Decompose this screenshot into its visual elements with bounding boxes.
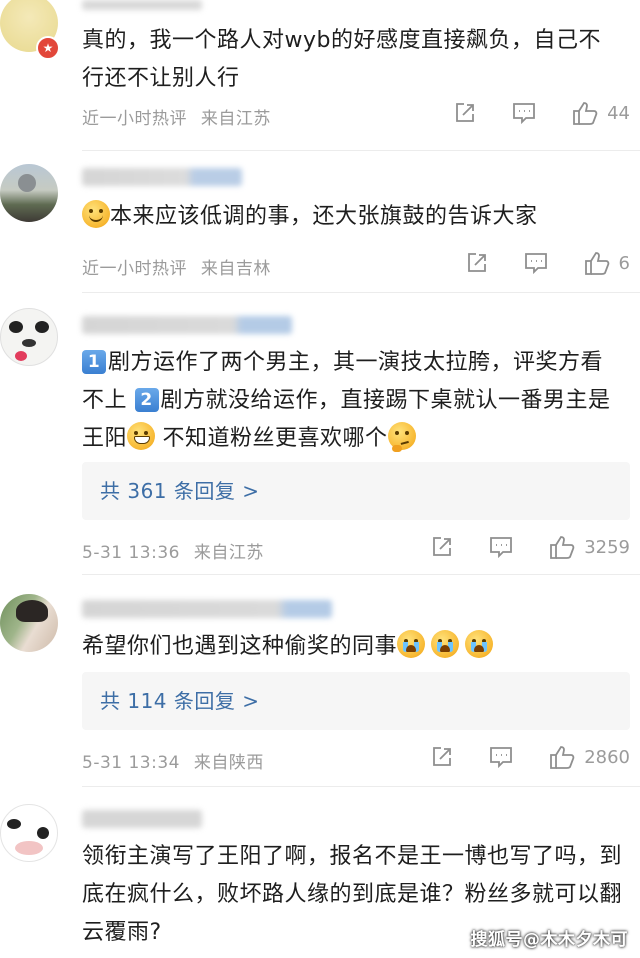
comment-time: 近一小时热评 — [82, 109, 187, 129]
like-count: 6 — [618, 252, 630, 274]
avatar[interactable] — [0, 804, 58, 862]
avatar[interactable] — [0, 594, 58, 652]
comment-1: ★ 真的，我一个路人对wyb的好感度直接飙负，自己不行还不让别人行 近一小时热评… — [0, 0, 640, 150]
number-one-badge: 1 — [82, 350, 106, 374]
reply-button[interactable] — [488, 535, 514, 559]
username-blurred[interactable] — [82, 0, 202, 10]
cry-laugh-emoji — [82, 200, 110, 228]
verified-badge-icon: ★ — [36, 36, 60, 60]
comment-location: 来自陕西 — [193, 753, 264, 773]
like-button[interactable]: 6 — [583, 250, 630, 276]
crying-emoji — [465, 630, 494, 658]
avatar[interactable] — [0, 164, 58, 222]
comment-icon — [513, 103, 535, 125]
comment-text: 真的，我一个路人对wyb的好感度直接飙负，自己不行还不让别人行 — [82, 28, 601, 91]
share-icon — [456, 103, 474, 122]
comment-location: 来自江苏 — [193, 543, 264, 563]
comment-actions: 44 — [453, 100, 630, 126]
comment-meta: 近一小时热评 来自江苏 — [82, 104, 271, 129]
share-button[interactable] — [453, 101, 477, 125]
share-button[interactable] — [430, 535, 454, 559]
number-two-badge: 2 — [134, 388, 159, 412]
thinking-emoji — [387, 422, 416, 452]
comment-actions: 2860 — [430, 744, 630, 770]
username-blurred[interactable] — [82, 168, 242, 186]
like-count: 44 — [607, 102, 630, 124]
thumbs-up-icon — [584, 252, 609, 275]
like-button[interactable]: 2860 — [548, 744, 630, 770]
reply-button[interactable] — [488, 745, 514, 769]
comment-location: 来自江苏 — [200, 109, 271, 129]
like-count: 2860 — [584, 746, 630, 768]
comment-3: 1 剧方运作了两个男主，其一演技太拉胯，评奖方看不上 2 剧方就没给运作，直接踢下桌… — [0, 292, 640, 574]
thumbs-up-icon — [550, 536, 575, 559]
comment-icon — [490, 747, 513, 769]
view-replies-link[interactable]: 共 361 条回复 > — [82, 462, 630, 520]
crying-emoji — [397, 630, 426, 658]
like-button[interactable]: 3259 — [548, 534, 630, 560]
thumbs-up-icon — [573, 102, 598, 125]
comment-meta: 5-31 13:34 来自陕西 — [82, 748, 264, 773]
comment-meta: 5-31 13:36 来自江苏 — [82, 538, 264, 563]
like-count: 3259 — [584, 536, 630, 558]
thumbs-up-icon — [550, 746, 575, 769]
like-button[interactable]: 44 — [571, 100, 630, 126]
view-replies-link[interactable]: 共 114 条回复 > — [82, 672, 630, 730]
crying-emoji — [431, 630, 460, 658]
share-icon — [467, 253, 486, 272]
comment-text: 本来应该低调的事，还大张旗鼓的告诉大家 — [82, 198, 622, 236]
reply-button[interactable] — [523, 251, 549, 275]
username-blurred[interactable] — [82, 600, 332, 618]
share-button[interactable] — [430, 745, 454, 769]
comment-icon — [490, 537, 513, 559]
username-blurred[interactable] — [82, 810, 202, 828]
comment-text-part3: 不知道粉丝更喜欢哪个 — [155, 426, 388, 451]
comment-time: 5-31 13:34 — [82, 753, 180, 773]
comment-actions: 3259 — [430, 534, 630, 560]
comment-text: 1 剧方运作了两个男主，其一演技太拉胯，评奖方看不上 2 剧方就没给运作，直接踢下桌… — [82, 344, 622, 458]
comment-location: 来自吉林 — [200, 259, 271, 279]
comment-4: 希望你们也遇到这种偷奖的同事 共 114 条回复 > 5-31 13:34 来自… — [0, 574, 640, 786]
comment-2: 本来应该低调的事，还大张旗鼓的告诉大家 近一小时热评 来自吉林 6 — [0, 150, 640, 292]
username-blurred[interactable] — [82, 316, 292, 334]
share-icon — [433, 537, 452, 556]
comment-text: 希望你们也遇到这种偷奖的同事 — [82, 628, 622, 666]
watermark: 搜狐号@木木夕木可 — [470, 930, 628, 950]
comment-time: 5-31 13:36 — [82, 543, 180, 563]
comment-text-content: 本来应该低调的事，还大张旗鼓的告诉大家 — [110, 204, 538, 229]
grin-emoji — [127, 422, 156, 450]
comment-actions: 6 — [465, 250, 630, 276]
reply-button[interactable] — [511, 101, 537, 125]
comment-text-content: 希望你们也遇到这种偷奖的同事 — [82, 634, 398, 659]
comment-meta: 近一小时热评 来自吉林 — [82, 254, 271, 279]
avatar[interactable] — [0, 308, 58, 366]
comment-time: 近一小时热评 — [82, 259, 187, 279]
share-button[interactable] — [465, 251, 489, 275]
share-icon — [433, 747, 452, 766]
comment-icon — [524, 253, 547, 275]
